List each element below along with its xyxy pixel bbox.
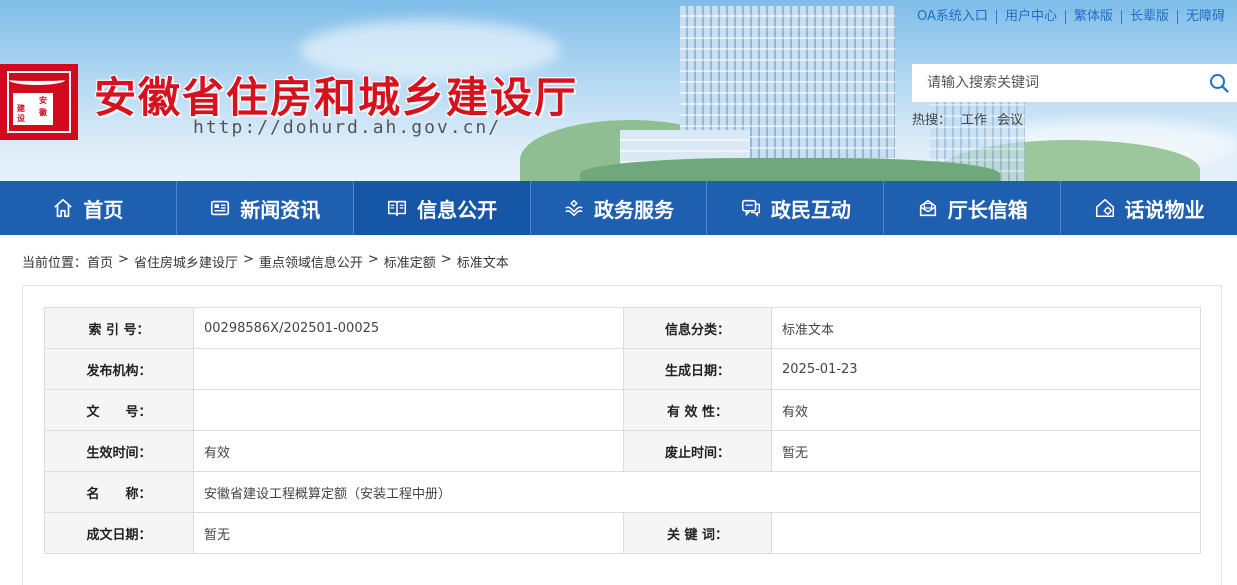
nav-item-gov-service[interactable]: 政务服务 (531, 181, 708, 235)
search-icon[interactable] (1209, 73, 1229, 93)
nav-label: 厅长信箱 (947, 197, 1028, 222)
nav-label: 政务服务 (594, 197, 674, 222)
table-row: 文 号： 有 效 性： 有效 (44, 389, 1201, 431)
abolish-time-value: 暂无 (771, 430, 1201, 472)
hot-term-meeting[interactable]: 会议 (997, 109, 1023, 128)
written-date-value: 暂无 (193, 512, 624, 554)
table-row: 索 引 号： 00298586X/202501-00025 信息分类： 标准文本 (44, 307, 1201, 349)
breadcrumb-item-home[interactable]: 首页 (87, 252, 113, 271)
nav-item-info-disclosure[interactable]: 信息公开 (353, 181, 531, 235)
breadcrumb-item-department[interactable]: 省住房城乡建设厅 (134, 252, 238, 271)
publisher-value (193, 348, 624, 390)
keywords-value (771, 512, 1201, 554)
oa-entry-link[interactable]: OA系统入口 (909, 10, 996, 24)
nav-item-news[interactable]: 新闻资讯 (177, 181, 354, 235)
written-date-label: 成文日期： (44, 512, 194, 554)
nav-item-home[interactable]: 首页 (0, 181, 177, 235)
chat-icon (741, 199, 760, 217)
created-date-label: 生成日期： (623, 348, 772, 390)
nav-label: 话说物业 (1124, 197, 1205, 222)
breadcrumb-separator: > (242, 252, 254, 267)
keywords-label: 关 键 词： (623, 512, 772, 554)
abolish-time-label: 废止时间： (623, 430, 772, 472)
nav-label: 新闻资讯 (240, 197, 321, 222)
breadcrumb-item-key-areas[interactable]: 重点领域信息公开 (259, 252, 363, 271)
top-links: OA系统入口 用户中心 繁体版 长辈版 无障碍 (909, 10, 1233, 24)
site-header: 安 徽 建 设 安徽省住房和城乡建设厅 http://dohurd.ah.gov… (0, 0, 1237, 181)
property-icon (1095, 198, 1114, 218)
table-row: 名 称： 安徽省建设工程概算定额（安装工程中册） (44, 471, 1201, 513)
accessibility-link[interactable]: 无障碍 (1176, 10, 1233, 24)
name-label: 名 称： (44, 471, 194, 513)
index-no-value: 00298586X/202501-00025 (193, 307, 624, 349)
breadcrumb-item-standard-quota[interactable]: 标准定额 (384, 252, 436, 271)
nav-item-property-talk[interactable]: 话说物业 (1061, 181, 1237, 235)
hot-search-label: 热搜： (912, 113, 952, 128)
breadcrumb-item-standard-text[interactable]: 标准文本 (457, 252, 509, 271)
nav-item-interaction[interactable]: 政民互动 (707, 181, 885, 235)
name-value: 安徽省建设工程概算定额（安装工程中册） (193, 471, 1201, 513)
effective-time-label: 生效时间： (44, 430, 194, 472)
index-no-label: 索 引 号： (44, 307, 194, 349)
created-date-value: 2025-01-23 (771, 348, 1201, 390)
category-value: 标准文本 (771, 307, 1201, 349)
table-row: 成文日期： 暂无 关 键 词： (44, 512, 1201, 554)
user-center-link[interactable]: 用户中心 (995, 10, 1065, 24)
hot-term-work[interactable]: 工作 (961, 109, 987, 128)
breadcrumb: 当前位置： 首页 > 省住房城乡建设厅 > 重点领域信息公开 > 标准定额 > … (22, 252, 509, 271)
breadcrumb-prefix: 当前位置： (22, 256, 88, 271)
doc-no-value (193, 389, 624, 431)
mailbox-icon (919, 199, 936, 217)
nav-label: 政民互动 (770, 197, 851, 222)
validity-value: 有效 (771, 389, 1201, 431)
nav-item-director-mailbox[interactable]: 厅长信箱 (884, 181, 1062, 235)
logo-seal-icon: 安 徽 建 设 (13, 93, 53, 125)
news-icon (211, 200, 230, 216)
doc-no-label: 文 号： (44, 389, 194, 431)
breadcrumb-separator: > (367, 252, 379, 267)
search-box (912, 64, 1237, 102)
hot-search: 热搜： 工作 会议 (912, 109, 1023, 128)
publisher-label: 发布机构： (44, 348, 194, 390)
effective-time-value: 有效 (193, 430, 624, 472)
validity-label: 有 效 性： (623, 389, 772, 431)
breadcrumb-separator: > (440, 252, 452, 267)
nav-label: 首页 (83, 197, 124, 222)
info-table: 索 引 号： 00298586X/202501-00025 信息分类： 标准文本… (44, 307, 1201, 554)
search-input[interactable] (912, 64, 1202, 102)
table-row: 发布机构： 生成日期： 2025-01-23 (44, 348, 1201, 390)
home-icon (54, 198, 73, 218)
table-row: 生效时间： 有效 废止时间： 暂无 (44, 430, 1201, 472)
site-url: http://dohurd.ah.gov.cn/ (193, 117, 502, 138)
main-nav: 首页 新闻资讯 信息公开 政务服务 政民互动 厅长信箱 话说物业 (0, 181, 1237, 235)
book-icon (388, 200, 407, 217)
site-logo[interactable]: 安 徽 建 设 (0, 64, 78, 140)
category-label: 信息分类： (623, 307, 772, 349)
content-panel: 索 引 号： 00298586X/202501-00025 信息分类： 标准文本… (22, 285, 1222, 585)
traditional-chinese-link[interactable]: 繁体版 (1064, 10, 1121, 24)
site-title: 安徽省住房和城乡建设厅 (94, 73, 579, 122)
breadcrumb-separator: > (118, 252, 129, 267)
elder-version-link[interactable]: 长辈版 (1120, 10, 1177, 24)
service-icon (565, 199, 583, 217)
nav-label: 信息公开 (417, 197, 498, 222)
